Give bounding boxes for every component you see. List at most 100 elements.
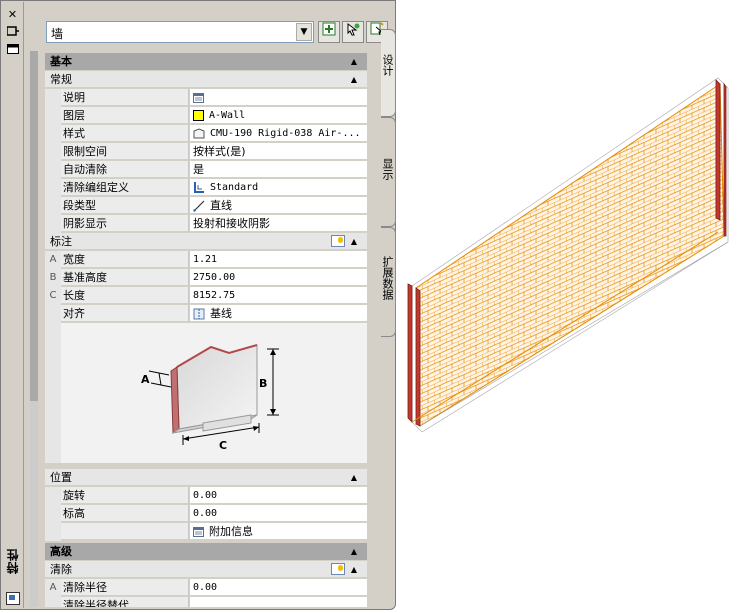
tab-display[interactable]: 显示 xyxy=(381,117,396,227)
diagram-label-c: C xyxy=(219,439,227,452)
section-general[interactable]: 常规 ▲ xyxy=(45,71,367,88)
property-row-justify[interactable]: 对齐 基线 xyxy=(45,305,367,323)
property-row-description[interactable]: 说明 xyxy=(45,89,367,107)
property-value[interactable]: 8152.75 xyxy=(190,287,367,304)
property-row-base-height[interactable]: B 基准高度 2750.00 xyxy=(45,269,367,287)
object-type-value: 墙 xyxy=(51,27,64,41)
property-row-additional-info[interactable]: 附加信息 xyxy=(45,523,367,541)
palette-title: 特性 xyxy=(6,548,20,574)
property-row-width[interactable]: A 宽度 1.21 xyxy=(45,251,367,269)
dimension-key xyxy=(45,305,61,323)
property-value[interactable]: Standard xyxy=(190,179,367,196)
info-sheet-icon xyxy=(193,527,204,537)
category-advanced[interactable]: 高级 ▲ xyxy=(45,543,367,560)
object-type-dropdown[interactable]: 墙 ▼ xyxy=(46,21,314,43)
property-label: 长度 xyxy=(61,287,189,304)
property-value[interactable]: 投射和接收阴影 xyxy=(190,215,367,232)
dimension-key: B xyxy=(45,269,61,287)
property-label: 段类型 xyxy=(61,197,189,214)
property-label: 清除编组定义 xyxy=(61,179,189,196)
property-value[interactable]: 0.00 xyxy=(190,487,367,504)
layer-color-swatch xyxy=(193,109,204,121)
tab-design[interactable]: 设计 xyxy=(381,29,396,117)
property-row-rotation[interactable]: 旋转 0.00 xyxy=(45,487,367,505)
auto-hide-icon[interactable] xyxy=(5,26,20,40)
section-location[interactable]: 位置 ▲ xyxy=(45,469,367,486)
palette-title-strip: ✕ 特性 xyxy=(2,2,24,608)
section-cleanup-label: 清除 xyxy=(50,563,72,576)
property-value[interactable] xyxy=(190,89,367,106)
palette-settings-icon[interactable] xyxy=(6,592,20,605)
property-value[interactable]: 按样式(是) xyxy=(190,143,367,160)
cleanup-group-icon xyxy=(194,182,204,193)
lightbulb-icon[interactable] xyxy=(331,563,345,575)
scrollbar-thumb[interactable] xyxy=(30,51,38,401)
property-row-shadow-display[interactable]: 阴影显示 投射和接收阴影 xyxy=(45,215,367,233)
property-label: 标高 xyxy=(61,505,189,522)
property-grid: 基本 ▲ 常规 ▲ 说明 图层 A-Wall 样式 CMU-190 Rigid-… xyxy=(45,53,367,607)
category-basic-label: 基本 xyxy=(50,55,72,68)
properties-menu-icon[interactable] xyxy=(5,44,20,58)
collapse-icon[interactable]: ▲ xyxy=(351,543,357,560)
property-label: 说明 xyxy=(61,89,189,106)
tab-extended-data[interactable]: 扩展数据 xyxy=(381,227,396,337)
property-value[interactable]: CMU-190 Rigid-038 Air-... xyxy=(190,125,367,142)
additional-info-button[interactable]: 附加信息 xyxy=(190,523,367,540)
section-general-label: 常规 xyxy=(50,73,72,86)
justify-baseline-icon xyxy=(193,308,205,320)
property-label: 限制空间 xyxy=(61,143,189,160)
property-value[interactable]: 1.21 xyxy=(190,251,367,268)
property-row-style[interactable]: 样式 CMU-190 Rigid-038 Air-... xyxy=(45,125,367,143)
property-value[interactable]: 基线 xyxy=(190,305,367,322)
property-label: 清除半径替代 xyxy=(61,597,189,607)
property-row-bound-spaces[interactable]: 限制空间 按样式(是) xyxy=(45,143,367,161)
section-location-label: 位置 xyxy=(50,471,72,484)
collapse-icon[interactable]: ▲ xyxy=(351,71,357,88)
property-label: 清除半径 xyxy=(61,579,189,596)
property-row-layer[interactable]: 图层 A-Wall xyxy=(45,107,367,125)
property-value[interactable]: 0.00 xyxy=(190,505,367,522)
lightbulb-icon[interactable] xyxy=(331,235,345,247)
property-value[interactable]: 2750.00 xyxy=(190,269,367,286)
diagram-label-b: B xyxy=(259,377,267,390)
section-dimensions[interactable]: 标注 ▲ xyxy=(45,233,367,250)
category-advanced-label: 高级 xyxy=(50,545,72,558)
collapse-icon[interactable]: ▲ xyxy=(351,469,357,486)
property-row-cleanup-auto[interactable]: 自动清除 是 xyxy=(45,161,367,179)
property-row-cleanup-radius[interactable]: A 清除半径 0.00 xyxy=(45,579,367,597)
property-value[interactable]: 0.00 xyxy=(190,579,367,596)
close-icon[interactable]: ✕ xyxy=(5,8,20,22)
quick-select-button[interactable] xyxy=(318,21,340,43)
property-row-length[interactable]: C 长度 8152.75 xyxy=(45,287,367,305)
palette-body: 墙 ▼ 基本 ▲ 常规 ▲ 说明 图层 A-Wall 样式 CMU-190 Ri… xyxy=(25,5,388,609)
property-value[interactable] xyxy=(190,597,367,607)
property-row-cleanup-group[interactable]: 清除编组定义 Standard xyxy=(45,179,367,197)
property-row-elevation[interactable]: 标高 0.00 xyxy=(45,505,367,523)
property-label: 样式 xyxy=(61,125,189,142)
property-value[interactable]: 是 xyxy=(190,161,367,178)
property-row-segment-type[interactable]: 段类型 直线 xyxy=(45,197,367,215)
section-cleanup[interactable]: 清除 ▲ xyxy=(45,561,367,578)
dimension-key: A xyxy=(45,251,61,269)
property-label: 旋转 xyxy=(61,487,189,504)
collapse-icon[interactable]: ▲ xyxy=(351,233,357,250)
dimension-key: A xyxy=(45,579,61,597)
collapse-icon[interactable]: ▲ xyxy=(351,561,357,578)
collapse-icon[interactable]: ▲ xyxy=(351,53,357,70)
wall-3d-view[interactable] xyxy=(398,72,744,432)
dimension-key: C xyxy=(45,287,61,305)
chevron-down-icon[interactable]: ▼ xyxy=(296,23,312,41)
property-value[interactable]: 直线 xyxy=(190,197,367,214)
notes-icon[interactable] xyxy=(193,93,204,103)
properties-palette: ✕ 特性 墙 ▼ 基本 ▲ 常规 ▲ 说明 图层 A-Wall 样式 CMU-1… xyxy=(0,0,396,610)
property-label: 基准高度 xyxy=(61,269,189,286)
line-segment-icon xyxy=(193,200,205,212)
property-label: 图层 xyxy=(61,107,189,124)
properties-scrollbar[interactable] xyxy=(30,51,38,607)
pickadd-toggle-button[interactable] xyxy=(342,21,364,43)
property-value[interactable]: A-Wall xyxy=(190,107,367,124)
section-dimensions-label: 标注 xyxy=(50,235,72,248)
category-basic[interactable]: 基本 ▲ xyxy=(45,53,367,70)
property-row-cleanup-radius-override[interactable]: 清除半径替代 xyxy=(45,597,367,607)
property-label: 阴影显示 xyxy=(61,215,189,232)
